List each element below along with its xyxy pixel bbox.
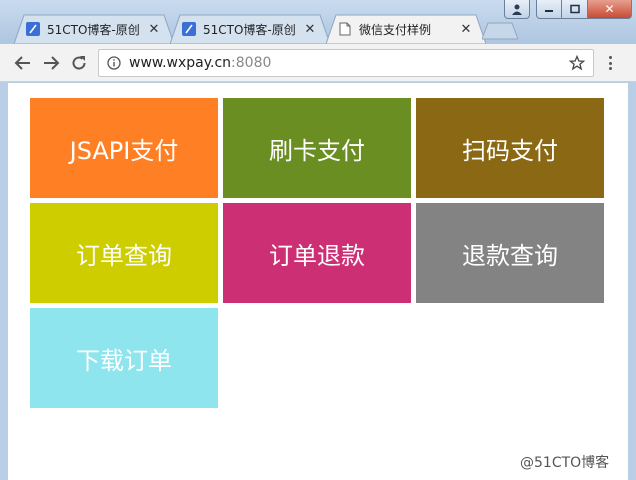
tab-51cto-1[interactable]: 51CTO博客-原创 ✕ [14,14,174,44]
close-window-button[interactable]: ✕ [588,0,632,19]
reload-button[interactable] [68,52,90,74]
close-tab-icon[interactable]: ✕ [303,22,317,37]
window-controls: ✕ [504,0,632,20]
arrow-left-icon [14,56,30,70]
tab-51cto-2[interactable]: 51CTO博客-原创 ✕ [170,14,330,44]
url-port: :8080 [231,55,272,71]
order-refund-button[interactable]: 订单退款 [223,203,411,303]
tab-wxpay-active[interactable]: 微信支付样例 ✕ [326,14,486,44]
page-content: JSAPI支付 刷卡支付 扫码支付 订单查询 订单退款 退款查询 下载订单 [8,83,628,480]
watermark-text: @51CTO博客 [520,455,610,471]
close-tab-icon[interactable]: ✕ [459,22,473,37]
jsapi-pay-button[interactable]: JSAPI支付 [30,98,218,198]
tab-label: 51CTO博客-原创 [203,22,296,37]
feather-icon [182,22,196,36]
url-host: www.wxpay.cn [129,55,232,71]
browser-toolbar: www.wxpay.cn:8080 [0,44,636,82]
arrow-right-icon [44,56,60,70]
tab-label: 微信支付样例 [359,22,432,37]
more-menu-icon[interactable] [602,54,618,72]
back-button[interactable] [12,52,34,74]
qrcode-pay-button[interactable]: 扫码支付 [416,98,604,198]
minimize-button[interactable] [536,0,562,19]
order-query-button[interactable]: 订单查询 [30,203,218,303]
close-tab-icon[interactable]: ✕ [147,22,161,37]
bookmark-star-icon[interactable] [569,55,585,71]
card-pay-button[interactable]: 刷卡支付 [223,98,411,198]
user-icon[interactable] [504,0,530,19]
document-icon [339,22,351,36]
feather-icon [26,22,40,36]
browser-window: 51CTO博客-原创 ✕ 51CTO博客-原创 ✕ 微信支付样例 ✕ ✕ www… [0,0,636,480]
refund-query-button[interactable]: 退款查询 [416,203,604,303]
tab-label: 51CTO博客-原创 [47,22,140,37]
maximize-button[interactable] [562,0,588,19]
url-text: www.wxpay.cn:8080 [129,55,271,71]
download-order-button[interactable]: 下载订单 [30,308,218,408]
reload-icon [72,56,86,70]
address-bar[interactable]: www.wxpay.cn:8080 [98,49,594,77]
info-icon[interactable] [107,56,121,70]
new-tab-button[interactable] [482,22,518,40]
forward-button[interactable] [40,52,62,74]
